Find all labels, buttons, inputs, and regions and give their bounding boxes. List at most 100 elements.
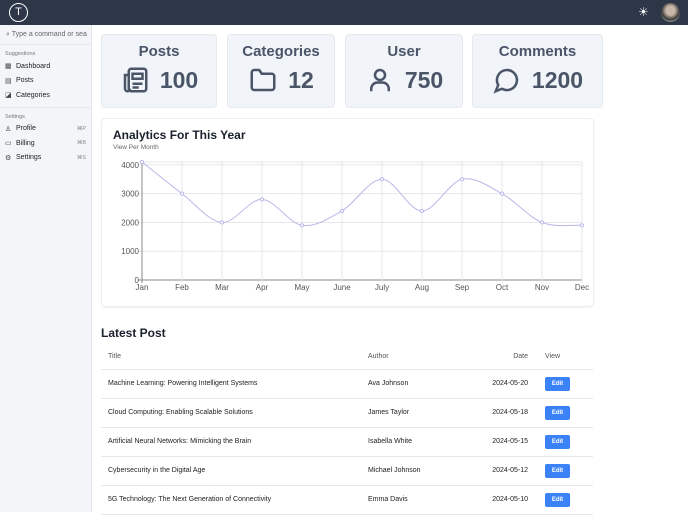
post-author: Michael Johnson [361,456,471,486]
data-point [299,223,305,228]
section-title: Settings [5,113,25,120]
edit-button[interactable]: Edit [545,463,570,478]
sidebar-item-dashboard[interactable]: ▦ Dashboard [0,59,91,74]
edit-button[interactable]: Edit [545,405,570,420]
table-row: 5G Technology: The Next Generation of Co… [101,485,593,515]
post-title: Machine Learning: Powering Intelligent S… [101,369,361,399]
x-tick-label: Feb [175,283,189,292]
logo[interactable]: T [9,3,28,22]
avatar[interactable] [661,3,680,22]
data-point [579,223,585,228]
post-title: Cybersecurity in the Digital Age [101,456,361,486]
data-point [339,208,345,214]
top-bar: T ☀ [0,0,688,25]
x-tick-label: Oct [496,283,509,292]
x-tick-label: May [294,283,309,292]
data-point [459,177,465,182]
search-icon: ⌕ [6,31,10,38]
post-date: 2024-05-20 [471,369,538,399]
sidebar-item-label: Posts [16,77,34,85]
section-title: Suggestions [5,51,36,57]
search-placeholder: Type a command or sea [11,31,87,38]
edit-button[interactable]: Edit [545,492,570,507]
post-date: 2024-05-15 [471,427,538,457]
col-view: View [538,344,593,370]
newspaper-icon: ▤ [5,77,12,85]
data-point [259,197,265,202]
post-date: 2024-05-10 [471,485,538,515]
sidebar: ⌕ Type a command or sea Suggestions ▦ Das… [0,25,92,512]
post-title: Artificial Neural Networks: Mimicking th… [101,427,361,457]
x-tick-label: Mar [215,283,229,292]
table-row: Cloud Computing: Enabling Scalable Solut… [101,398,593,428]
view-cell: Edit [538,485,593,515]
stat-value: 1200 [531,66,584,93]
post-date: 2024-05-12 [471,456,538,486]
view-cell: Edit [538,369,593,399]
x-tick-label: June [333,283,351,292]
x-tick-label: July [375,283,389,292]
theme-toggle-sun-icon[interactable]: ☀ [638,5,649,19]
edit-button[interactable]: Edit [545,376,570,391]
stat-title: Posts [138,43,180,60]
table-row: Cybersecurity in the Digital Age Michael … [101,456,593,486]
folder-icon [250,68,276,92]
data-point [179,191,185,196]
table-row: Machine Learning: Powering Intelligent S… [101,369,593,399]
x-tick-label: Nov [535,283,549,292]
stat-title: Comments [498,43,577,60]
post-author: Emma Davis [361,485,471,515]
grid-icon: ▦ [5,63,12,71]
sidebar-item-label: Dashboard [16,62,51,70]
col-title: Title [101,344,361,370]
line-chart: 01000200030004000Jan Feb Mar Apr May June July… [121,159,589,292]
newspaper-icon [123,67,148,93]
data-point [419,208,425,214]
credit-card-icon: ▭ [5,140,12,148]
post-author: Isabella White [361,427,471,457]
sidebar-item-categories[interactable]: ◪ Categories [0,88,91,103]
x-tick-label: Aug [415,283,429,292]
view-cell: Edit [538,456,593,486]
y-tick-label: 1000 [121,247,139,256]
stat-card-user: User 750 [345,34,463,108]
y-tick-label: 4000 [121,161,139,170]
y-tick-label: 3000 [121,190,139,199]
stat-value: 12 [288,66,314,93]
comment-icon [493,68,519,94]
sidebar-item-billing[interactable]: ▭ Billing ⌘B [0,136,91,151]
tags-icon: ◪ [5,92,12,100]
stat-value: 750 [404,66,444,93]
post-title: 5G Technology: The Next Generation of Co… [101,485,361,515]
post-author: Ava Johnson [361,369,471,399]
analytics-card: Analytics For This Year View Per Month 0… [101,118,594,307]
sidebar-item-settings[interactable]: ⚙ Settings ⌘S [0,151,91,166]
sidebar-item-label: Settings [16,154,42,162]
table-header: Title Author Date View [101,344,593,370]
stat-card-categories: Categories 12 [227,34,335,108]
sidebar-item-profile[interactable]: ♙ Profile ⌘P [0,122,91,137]
command-search-input[interactable]: ⌕ Type a command or sea [0,25,91,45]
x-tick-label: Dec [575,283,589,292]
edit-button[interactable]: Edit [545,434,570,449]
data-point [139,159,145,165]
stat-card-posts: Posts 100 [101,34,217,108]
shortcut: ⌘P [76,125,86,132]
col-date: Date [471,344,538,370]
sidebar-item-label: Profile [16,125,36,133]
post-date: 2024-05-18 [471,398,538,428]
x-tick-label: Apr [256,283,269,292]
sidebar-item-posts[interactable]: ▤ Posts [0,74,91,89]
view-cell: Edit [538,427,593,457]
data-point [499,191,505,196]
user-icon [369,68,390,92]
stat-card-comments: Comments 1200 [472,34,603,108]
data-point [379,177,385,182]
table-row: Artificial Neural Networks: Mimicking th… [101,427,593,457]
data-point [219,220,225,225]
post-title: Cloud Computing: Enabling Scalable Solut… [101,398,361,428]
gear-icon: ⚙ [5,154,12,162]
y-tick-label: 2000 [121,218,139,227]
sidebar-item-label: Categories [16,91,50,99]
data-point [539,220,545,225]
